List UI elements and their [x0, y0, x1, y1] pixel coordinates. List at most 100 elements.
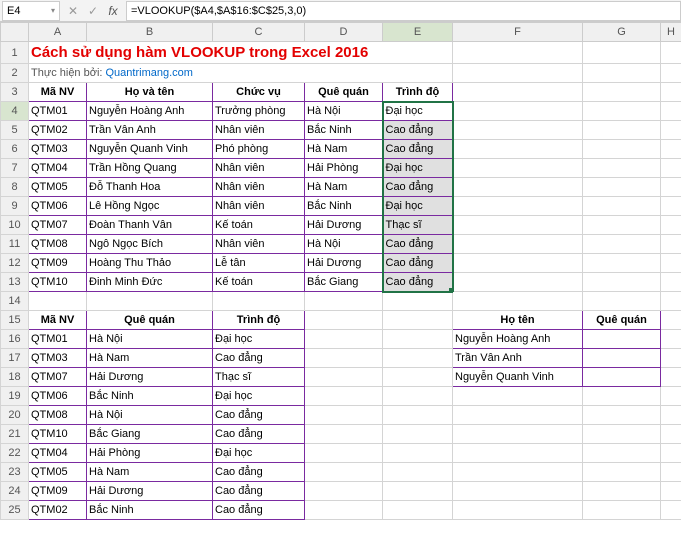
cell[interactable]: Thạc sĩ: [383, 216, 453, 235]
cell[interactable]: Trưởng phòng: [213, 102, 305, 121]
row-header[interactable]: 10: [1, 216, 29, 235]
fx-icon[interactable]: fx: [106, 4, 120, 18]
cell[interactable]: Nhân viên: [213, 159, 305, 178]
cell[interactable]: QTM06: [29, 197, 87, 216]
cell[interactable]: Lễ tân: [213, 254, 305, 273]
cell[interactable]: Đại học: [213, 444, 305, 463]
col-header-D[interactable]: D: [305, 23, 383, 42]
cell[interactable]: Lê Hồng Ngọc: [87, 197, 213, 216]
cell[interactable]: Đại học: [213, 330, 305, 349]
row-header[interactable]: 20: [1, 406, 29, 425]
t1-h4[interactable]: Trình độ: [383, 83, 453, 102]
cell[interactable]: Kế toán: [213, 216, 305, 235]
cell[interactable]: Cao đẳng: [383, 273, 453, 292]
cell[interactable]: [583, 349, 661, 368]
cell[interactable]: Đỗ Thanh Hoa: [87, 178, 213, 197]
row-header[interactable]: 2: [1, 64, 29, 83]
spreadsheet-grid[interactable]: A B C D E F G H 1 Cách sử dụng hàm VLOOK…: [0, 22, 681, 520]
cell[interactable]: Cao đẳng: [213, 463, 305, 482]
t2-h1[interactable]: Quê quán: [87, 311, 213, 330]
row-header[interactable]: 9: [1, 197, 29, 216]
col-header-F[interactable]: F: [453, 23, 583, 42]
cell[interactable]: Cao đẳng: [383, 254, 453, 273]
cell[interactable]: QTM08: [29, 406, 87, 425]
cell[interactable]: Trần Vân Anh: [87, 121, 213, 140]
t1-h1[interactable]: Họ và tên: [87, 83, 213, 102]
cell[interactable]: Đinh Minh Đức: [87, 273, 213, 292]
cell[interactable]: Cao đẳng: [213, 482, 305, 501]
col-header-B[interactable]: B: [87, 23, 213, 42]
title-cell[interactable]: Cách sử dụng hàm VLOOKUP trong Excel 201…: [29, 42, 453, 64]
cell[interactable]: QTM03: [29, 349, 87, 368]
cell[interactable]: Hà Nam: [305, 140, 383, 159]
cell[interactable]: QTM01: [29, 330, 87, 349]
cell[interactable]: Hải Dương: [305, 254, 383, 273]
cell[interactable]: Đại học: [213, 387, 305, 406]
cell[interactable]: QTM07: [29, 368, 87, 387]
cell[interactable]: Đại học: [383, 159, 453, 178]
row-header[interactable]: 1: [1, 42, 29, 64]
cell[interactable]: Hải Phòng: [305, 159, 383, 178]
cell[interactable]: Đại học: [383, 197, 453, 216]
cell[interactable]: Hải Phòng: [87, 444, 213, 463]
cell[interactable]: Cao đẳng: [383, 178, 453, 197]
cell[interactable]: Cao đẳng: [213, 349, 305, 368]
subtitle-link[interactable]: Quantrimang.com: [106, 67, 193, 79]
t1-h0[interactable]: Mã NV: [29, 83, 87, 102]
row-header[interactable]: 25: [1, 501, 29, 520]
cell[interactable]: Nhân viên: [213, 178, 305, 197]
row-header[interactable]: 11: [1, 235, 29, 254]
cell[interactable]: QTM09: [29, 482, 87, 501]
row-header[interactable]: 12: [1, 254, 29, 273]
cell[interactable]: Hà Nam: [305, 178, 383, 197]
row-header[interactable]: 19: [1, 387, 29, 406]
cell[interactable]: Nguyễn Hoàng Anh: [87, 102, 213, 121]
cell[interactable]: Hà Nội: [305, 235, 383, 254]
cell[interactable]: Nhân viên: [213, 235, 305, 254]
name-box[interactable]: E4 ▾: [2, 1, 60, 21]
cell[interactable]: Đại học: [383, 102, 453, 121]
row-header[interactable]: 14: [1, 292, 29, 311]
t3-h1[interactable]: Quê quán: [583, 311, 661, 330]
cell[interactable]: QTM07: [29, 216, 87, 235]
row-header[interactable]: 6: [1, 140, 29, 159]
cell[interactable]: Đoàn Thanh Vân: [87, 216, 213, 235]
cell[interactable]: QTM03: [29, 140, 87, 159]
col-header-G[interactable]: G: [583, 23, 661, 42]
cell[interactable]: QTM05: [29, 463, 87, 482]
cell[interactable]: Bắc Ninh: [87, 501, 213, 520]
dropdown-icon[interactable]: ▾: [51, 6, 55, 15]
cell[interactable]: Phó phòng: [213, 140, 305, 159]
cell[interactable]: Trần Vân Anh: [453, 349, 583, 368]
row-header[interactable]: 3: [1, 83, 29, 102]
row-header[interactable]: 16: [1, 330, 29, 349]
cell[interactable]: [583, 330, 661, 349]
col-header-H[interactable]: H: [661, 23, 681, 42]
t1-h2[interactable]: Chức vụ: [213, 83, 305, 102]
enter-icon[interactable]: ✓: [86, 4, 100, 18]
row-header[interactable]: 7: [1, 159, 29, 178]
row-header[interactable]: 21: [1, 425, 29, 444]
cell[interactable]: Nguyễn Quanh Vinh: [87, 140, 213, 159]
cell[interactable]: Bắc Giang: [87, 425, 213, 444]
cell[interactable]: Kế toán: [213, 273, 305, 292]
col-header-E[interactable]: E: [383, 23, 453, 42]
cell[interactable]: QTM10: [29, 273, 87, 292]
cell[interactable]: QTM02: [29, 121, 87, 140]
cell[interactable]: Cao đẳng: [383, 121, 453, 140]
cell[interactable]: Hải Dương: [87, 368, 213, 387]
cell[interactable]: Hà Nội: [87, 406, 213, 425]
cell[interactable]: QTM05: [29, 178, 87, 197]
cell[interactable]: Thạc sĩ: [213, 368, 305, 387]
cell[interactable]: Bắc Giang: [305, 273, 383, 292]
cell[interactable]: Cao đẳng: [213, 406, 305, 425]
t1-h3[interactable]: Quê quán: [305, 83, 383, 102]
subtitle-cell[interactable]: Thực hiện bởi: Quantrimang.com: [29, 64, 453, 83]
cell[interactable]: Hà Nội: [87, 330, 213, 349]
col-header-A[interactable]: A: [29, 23, 87, 42]
cell[interactable]: Hải Dương: [305, 216, 383, 235]
row-header[interactable]: 13: [1, 273, 29, 292]
cell[interactable]: Nhân viên: [213, 197, 305, 216]
cell[interactable]: QTM01: [29, 102, 87, 121]
cell[interactable]: Hà Nam: [87, 463, 213, 482]
